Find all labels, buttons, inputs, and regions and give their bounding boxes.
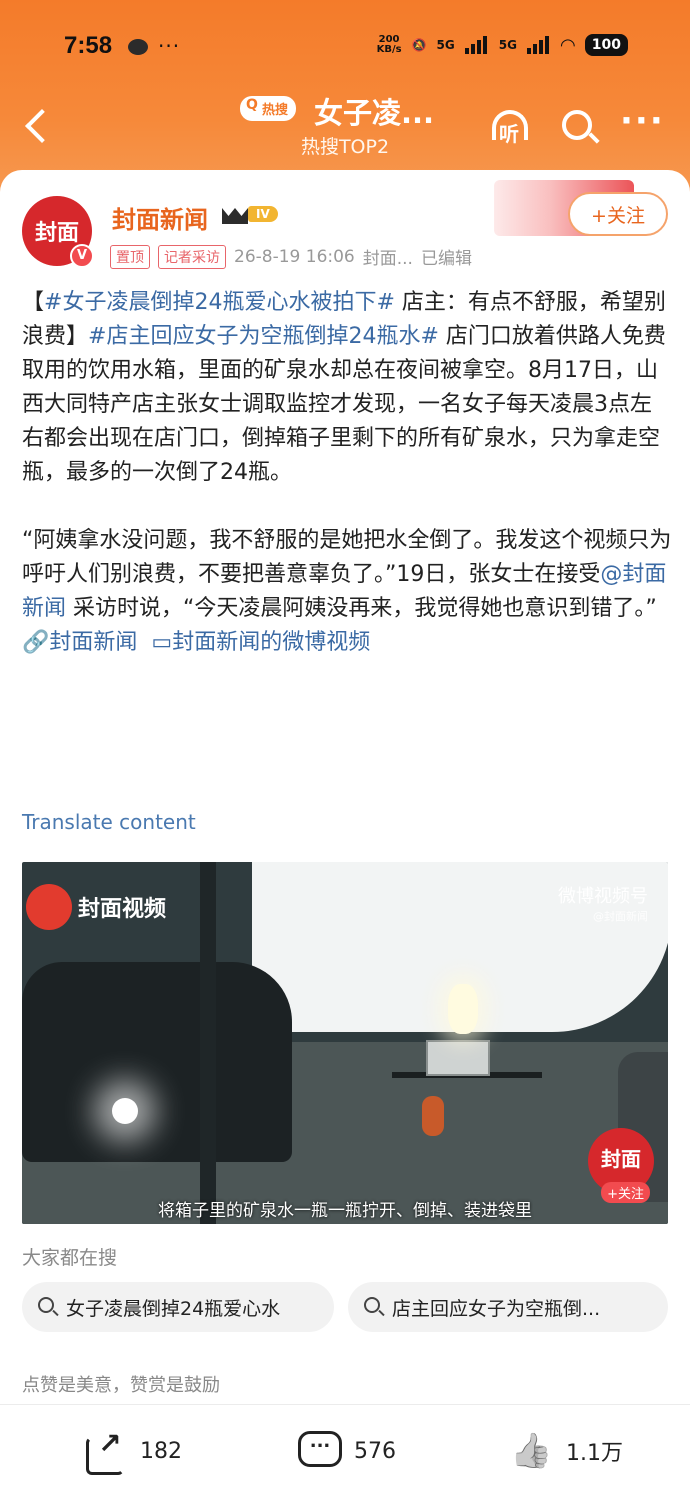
- crown-icon: [222, 204, 250, 226]
- post-text: 采访时说，“今天凌晨阿姨没再来，我觉得她也意识到错了。”: [66, 596, 657, 621]
- pinned-tag: 置顶: [110, 244, 150, 269]
- network-speed: 200 KB/s: [377, 35, 402, 55]
- like-button[interactable]: 1.1万: [510, 1431, 623, 1471]
- video-player[interactable]: 封面视频 微博视频号 @封面新闻 封面 +关注 将箱子里的矿泉水一瓶一瓶拧开、倒…: [22, 862, 668, 1224]
- related-search-item[interactable]: 店主回应女子为空瓶倒...: [348, 1282, 668, 1332]
- more-button[interactable]: ···: [620, 104, 664, 150]
- search-icon-handle: [588, 132, 600, 144]
- status-right: 200 KB/s 🔕 5G 5G ◠ 100: [377, 34, 628, 56]
- level-badge: IV: [248, 206, 278, 222]
- post-paragraph-2: “阿姨拿水没问题，我不舒服的是她把水全倒了。我发这个视频只为呼吁人们别浪费，不要…: [22, 524, 672, 660]
- mute-icon: 🔕: [411, 38, 427, 52]
- praise-text: 点赞是美意，赞赏是鼓励: [22, 1375, 220, 1396]
- avatar[interactable]: 封面 V: [22, 196, 94, 268]
- status-bar: 7:58 ··· 200 KB/s 🔕 5G 5G ◠ 100: [0, 26, 690, 70]
- bracket-open: 【: [22, 290, 45, 315]
- video-frame-light: [112, 1098, 138, 1124]
- wifi-icon: ◠: [560, 34, 575, 56]
- post-paragraph-1: 【#女子凌晨倒掉24瓶爱心水被拍下# 店主：有点不舒服，希望别浪费】#店主回应女…: [22, 286, 672, 490]
- search-button[interactable]: [558, 106, 602, 150]
- comment-count: 576: [354, 1438, 396, 1464]
- search-icon: [562, 110, 592, 140]
- related-search-text: 店主回应女子为空瓶倒...: [392, 1297, 601, 1320]
- post-source: 封面...: [362, 249, 413, 269]
- sim1-label: 5G: [436, 38, 455, 52]
- video-logo-icon: [26, 884, 72, 930]
- sim2-label: 5G: [498, 38, 517, 52]
- hot-search-badge: 热搜: [240, 96, 297, 121]
- follow-button[interactable]: +关注: [568, 192, 668, 236]
- hashtag-link[interactable]: #女子凌晨倒掉24瓶爱心水被拍下#: [44, 290, 395, 315]
- watermark-sub: @封面新闻: [593, 910, 648, 923]
- translate-link[interactable]: Translate content: [22, 810, 196, 834]
- video-watermark: 微博视频号 @封面新闻: [558, 882, 648, 924]
- search-icon: [364, 1297, 380, 1313]
- video-logo: 封面视频: [26, 884, 166, 930]
- nav-bar: 热搜 女子凌... 热搜TOP2 听 ···: [0, 86, 690, 176]
- listen-label: 听: [499, 122, 519, 146]
- post-card: 封面 V 封面新闻 IV +关注 置顶 记者采访 26-8-19 16:06 封…: [0, 170, 690, 1410]
- status-time: 7:58: [64, 32, 113, 59]
- video-frame-car: [22, 962, 292, 1162]
- reporter-tag: 记者采访: [158, 244, 226, 269]
- search-icon: [38, 1297, 54, 1313]
- hashtag-link[interactable]: #店主回应女子为空瓶倒掉24瓶水#: [88, 324, 439, 349]
- related-search-text: 女子凌晨倒掉24瓶爱心水: [66, 1297, 281, 1320]
- video-frame-pole: [200, 862, 216, 1224]
- more-notifications-icon: ···: [158, 34, 181, 58]
- related-search-item[interactable]: 女子凌晨倒掉24瓶爱心水: [22, 1282, 334, 1332]
- comment-button[interactable]: 576: [298, 1431, 396, 1471]
- nav-title: 女子凌...: [314, 96, 435, 130]
- video-frame-person: [422, 1096, 444, 1136]
- signal-icon-2: [526, 36, 551, 54]
- wechat-icon: [128, 39, 148, 55]
- like-count: 1.1万: [566, 1441, 623, 1466]
- repost-icon: [84, 1427, 128, 1475]
- edited-label: 已编辑: [420, 249, 472, 269]
- video-subtitle: 将箱子里的矿泉水一瓶一瓶拧开、倒掉、装进袋里: [158, 1201, 532, 1221]
- video-logo-text: 封面视频: [78, 897, 167, 922]
- video-frame-table: [392, 1072, 542, 1122]
- watermark-text: 微博视频号: [558, 886, 648, 907]
- repost-button[interactable]: 182: [84, 1427, 182, 1475]
- comment-icon: [298, 1431, 342, 1471]
- post-text: “阿姨拿水没问题，我不舒服的是她把水全倒了。我发这个视频只为呼吁人们别浪费，不要…: [22, 528, 672, 587]
- signal-icon: [464, 36, 489, 54]
- battery-indicator: 100: [584, 34, 628, 56]
- video-link[interactable]: ▭封面新闻的微博视频: [151, 630, 370, 655]
- post-meta: 置顶 记者采访 26-8-19 16:06 封面... 已编辑: [110, 244, 472, 269]
- post-body: 【#女子凌晨倒掉24瓶爱心水被拍下# 店主：有点不舒服，希望别浪费】#店主回应女…: [22, 286, 672, 694]
- source-link[interactable]: 🔗封面新闻: [22, 630, 137, 655]
- action-bar: 182 576 1.1万: [0, 1404, 690, 1499]
- video-frame-flare: [448, 984, 478, 1034]
- listen-button[interactable]: 听: [488, 106, 532, 150]
- verified-icon: V: [70, 244, 94, 268]
- related-search-label: 大家都在搜: [22, 1247, 118, 1269]
- network-speed-unit: KB/s: [376, 44, 402, 55]
- video-frame-box: [426, 1040, 490, 1076]
- thumbs-up-icon: [510, 1431, 554, 1471]
- repost-count: 182: [140, 1438, 182, 1464]
- avatar-text: 封面: [34, 221, 79, 246]
- author-name[interactable]: 封面新闻: [112, 200, 208, 235]
- post-timestamp: 26-8-19 16:06: [234, 246, 355, 267]
